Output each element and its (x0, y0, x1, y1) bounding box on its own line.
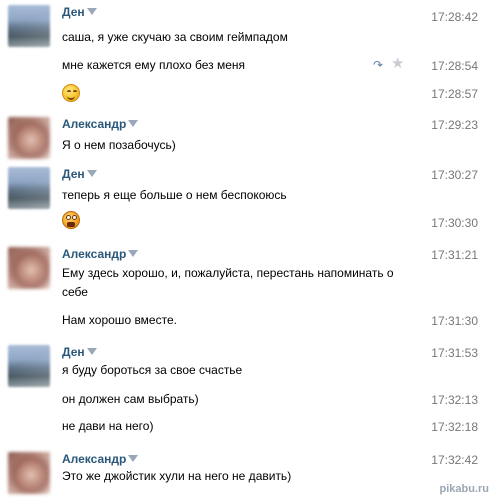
avatar[interactable] (8, 167, 50, 209)
sender-name[interactable]: Ден (62, 5, 97, 19)
message-time[interactable]: 17:30:27 (418, 168, 478, 182)
message-time[interactable]: 17:31:30 (418, 314, 478, 328)
message-actions: ↷ ★ (371, 56, 411, 72)
message-time[interactable]: 17:28:54 (418, 59, 478, 73)
message-time[interactable]: 17:29:23 (418, 118, 478, 132)
sender-name[interactable]: Ден (62, 167, 97, 181)
message-text: Это же джойстик хули на него не давить) (62, 469, 292, 483)
avatar[interactable] (8, 5, 50, 47)
message-time[interactable]: 17:28:42 (418, 10, 478, 24)
message-text: я буду бороться за свое счастье (62, 363, 243, 377)
avatar[interactable] (8, 117, 50, 159)
avatar[interactable] (8, 247, 50, 289)
message-text: Нам хорошо вместе. (62, 313, 177, 327)
message-time[interactable]: 17:32:42 (418, 453, 478, 467)
message-text: теперь я еще больше о нем беспокоюсь (62, 188, 287, 202)
chevron-down-icon[interactable] (128, 120, 139, 127)
chevron-down-icon[interactable] (86, 8, 97, 15)
sender-name[interactable]: Ден (62, 345, 97, 359)
message-text: он должен сам выбрать) (62, 392, 199, 406)
star-icon[interactable]: ★ (391, 56, 405, 71)
sender-name[interactable]: Александр (62, 117, 139, 131)
chevron-down-icon[interactable] (86, 348, 97, 355)
message-time[interactable]: 17:32:13 (418, 393, 478, 407)
watermark: pikabu.ru (439, 483, 489, 495)
message-text: мне кажется ему плохо без меня (62, 58, 246, 72)
sender-name[interactable]: Александр (62, 452, 139, 466)
chat-history: Ден 17:28:42 саша, я уже скучаю за своим… (0, 0, 493, 497)
message-time[interactable]: 17:32:18 (418, 420, 478, 434)
message-text: Ему здесь хорошо, и, пожалуйста, переста… (62, 266, 394, 299)
avatar[interactable] (8, 452, 50, 494)
chevron-down-icon[interactable] (128, 455, 139, 462)
chevron-down-icon[interactable] (86, 170, 97, 177)
message-text: Я о нем позабочусь) (62, 138, 176, 152)
message-time[interactable]: 17:28:57 (418, 87, 478, 101)
shocked-emoji (62, 211, 80, 229)
message-time[interactable]: 17:31:53 (418, 346, 478, 360)
message-text: саша, я уже скучаю за своим геймпадом (62, 30, 288, 44)
sender-name[interactable]: Александр (62, 247, 139, 261)
message-text: не дави на него) (62, 419, 154, 433)
chevron-down-icon[interactable] (128, 250, 139, 257)
message-time[interactable]: 17:30:30 (418, 216, 478, 230)
smile-emoji (62, 84, 80, 102)
avatar[interactable] (8, 345, 50, 387)
forward-icon[interactable]: ↷ (373, 59, 385, 71)
message-time[interactable]: 17:31:21 (418, 248, 478, 262)
